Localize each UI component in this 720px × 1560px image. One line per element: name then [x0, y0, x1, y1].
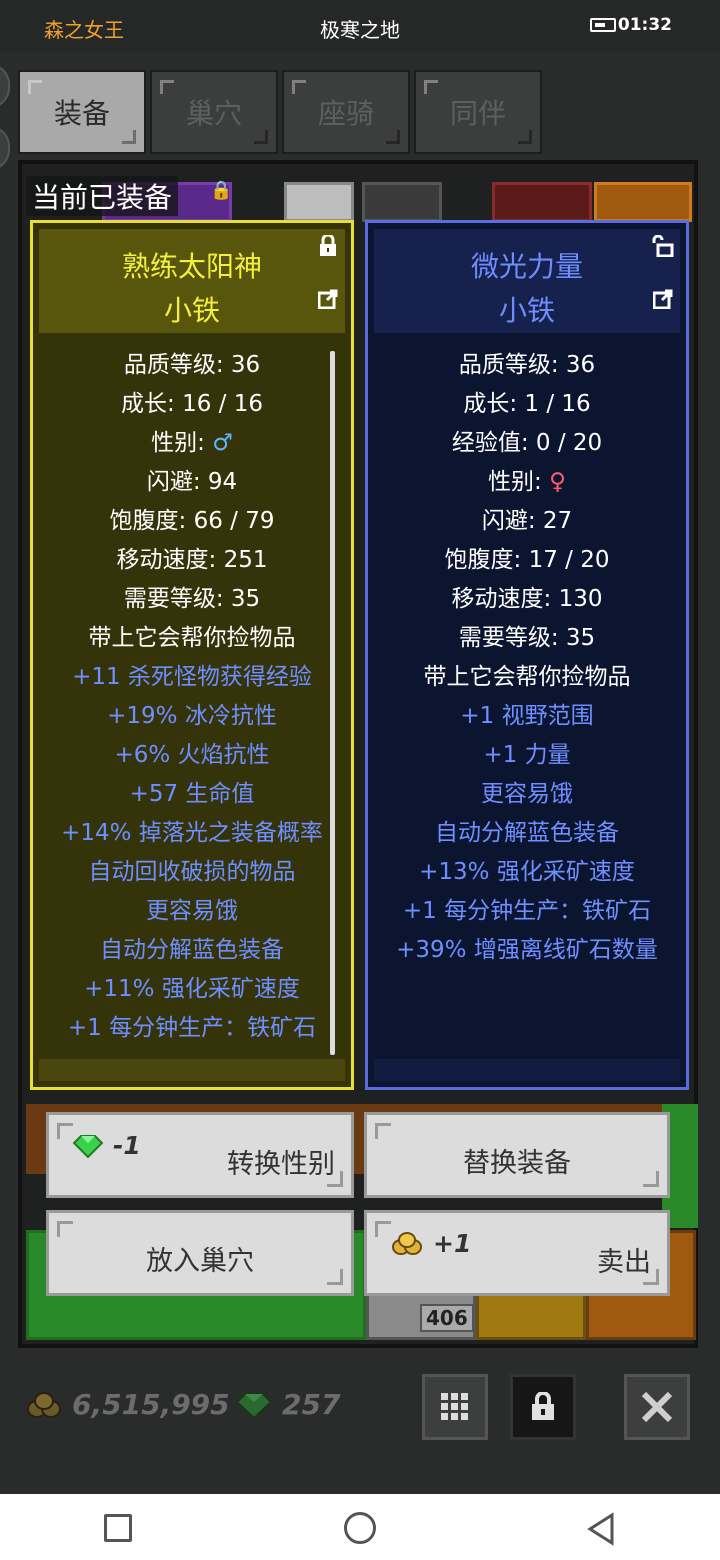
switch-gender-label: 转换性别 — [227, 1149, 335, 1180]
equipped-title: 当前已装备 — [26, 176, 179, 216]
gem-amount: 257 — [282, 1388, 341, 1421]
chat-handle-icon[interactable] — [0, 126, 10, 170]
put-in-nest-label: 放入巢穴 — [146, 1246, 254, 1277]
gem-cost-value: -1 — [113, 1131, 141, 1160]
bonus-line: +19% 冰冷抗性 — [107, 703, 277, 729]
recent-apps-icon[interactable] — [104, 1514, 132, 1542]
gold-counter: 6,515,995 — [26, 1388, 230, 1421]
female-icon: ♀ — [549, 469, 566, 495]
stat-speed: 移动速度: 251 — [116, 547, 268, 573]
clock: 01:32 — [617, 15, 672, 35]
stat-pickup: 带上它会帮你捡物品 — [88, 625, 296, 651]
stat-dodge: 闪避: 27 — [481, 508, 573, 534]
replace-equipment-button[interactable]: 替换装备 — [364, 1112, 670, 1198]
pet-species: 小铁 — [163, 294, 220, 327]
tab-label: 座骑 — [317, 97, 374, 130]
bonus-line: +6% 火焰抗性 — [114, 742, 270, 768]
share-icon[interactable] — [652, 289, 674, 311]
bonus-line: +57 生命值 — [129, 781, 255, 807]
bonus-line: 更容易饿 — [481, 781, 573, 807]
bonus-line: +1 力量 — [483, 742, 571, 768]
gender-label: 性别: — [488, 469, 550, 495]
share-icon[interactable] — [317, 289, 339, 311]
gender-label: 性别: — [151, 430, 213, 456]
lock-icon: 🔒 — [210, 180, 233, 201]
tab-label: 装备 — [53, 97, 110, 130]
status-bar: 森之女王 极寒之地 01:32 — [0, 0, 720, 52]
bonus-line: 自动分解蓝色装备 — [100, 937, 284, 963]
pet-name: 熟练太阳神 — [121, 250, 262, 283]
bonus-line: 更容易饿 — [146, 898, 238, 924]
bonus-line: +1 每分钟生产：铁矿石 — [402, 898, 652, 924]
replace-equipment-label: 替换装备 — [463, 1148, 571, 1179]
gold-reward: +1 — [391, 1229, 471, 1258]
gem-counter: 257 — [236, 1388, 340, 1421]
tab-companion[interactable]: 同伴 — [414, 70, 542, 154]
stat-satiety: 饱腹度: 17 / 20 — [444, 547, 610, 573]
tab-label: 同伴 — [449, 97, 506, 130]
gold-reward-value: +1 — [433, 1229, 472, 1258]
stat-speed: 移动速度: 130 — [451, 586, 603, 612]
pet-stats: 品质等级: 36 成长: 1 / 16 经验值: 0 / 20 性别: ♀ 闪避… — [368, 345, 686, 969]
tab-equipment[interactable]: 装备 — [18, 70, 146, 154]
stat-gender: 性别: ♀ — [368, 462, 686, 501]
bonus-line: 自动分解蓝色装备 — [435, 820, 619, 846]
panel-footer — [374, 1059, 680, 1081]
item-count-badge: 406 — [420, 1304, 474, 1332]
gem-cost: -1 — [73, 1131, 141, 1160]
stat-satiety: 饱腹度: 66 / 79 — [109, 508, 275, 534]
lock-icon[interactable] — [317, 233, 339, 257]
lock-toggle-button[interactable] — [510, 1374, 576, 1440]
home-icon[interactable] — [344, 1512, 376, 1544]
tab-label: 巢穴 — [185, 97, 242, 130]
bonus-line: +11% 强化采矿速度 — [84, 976, 300, 1002]
stat-level-req: 需要等级: 35 — [458, 625, 596, 651]
grid-view-button[interactable] — [422, 1374, 488, 1440]
stat-growth: 成长: 1 / 16 — [463, 391, 591, 417]
stat-quality: 品质等级: 36 — [123, 352, 261, 378]
unlock-icon[interactable] — [652, 234, 674, 258]
tab-mount[interactable]: 座骑 — [282, 70, 410, 154]
lock-icon — [532, 1392, 554, 1420]
back-icon[interactable] — [584, 1512, 618, 1546]
grid-icon — [441, 1393, 468, 1420]
scrollbar[interactable] — [330, 351, 335, 1055]
stat-gender: 性别: ♂ — [33, 423, 351, 462]
gem-icon — [236, 1392, 272, 1419]
pet-name: 微光力量 — [470, 250, 583, 283]
stat-exp: 经验值: 0 / 20 — [451, 430, 603, 456]
stat-growth: 成长: 16 / 16 — [121, 391, 263, 417]
switch-gender-button[interactable]: -1 转换性别 — [46, 1112, 354, 1198]
system-nav-bar — [0, 1494, 720, 1560]
bonus-line: +11 杀死怪物获得经验 — [72, 664, 312, 690]
close-button[interactable] — [624, 1374, 690, 1440]
bonus-line: +14% 掉落光之装备概率 — [61, 820, 323, 846]
tab-nest[interactable]: 巢穴 — [150, 70, 278, 154]
put-in-nest-button[interactable]: 放入巢穴 — [46, 1210, 354, 1296]
bonus-line: +39% 增强离线矿石数量 — [396, 937, 658, 963]
pet-stats: 品质等级: 36 成长: 16 / 16 性别: ♂ 闪避: 94 饱腹度: 6… — [33, 345, 351, 1047]
stat-quality: 品质等级: 36 — [458, 352, 596, 378]
battery-icon — [590, 18, 616, 32]
pet-species: 小铁 — [498, 294, 555, 327]
bonus-line: +1 每分钟生产：铁矿石 — [67, 1015, 317, 1041]
sell-button[interactable]: +1 卖出 — [364, 1210, 670, 1296]
stat-level-req: 需要等级: 35 — [123, 586, 261, 612]
selected-pet-panel: 微光力量 小铁 品质等级: 36 成长: 1 / 16 经验值: 0 / 20 … — [365, 220, 689, 1090]
gold-icon — [27, 1391, 61, 1418]
gold-amount: 6,515,995 — [72, 1388, 230, 1421]
bonus-line: +13% 强化采矿速度 — [419, 859, 635, 885]
stat-pickup: 带上它会帮你捡物品 — [423, 664, 631, 690]
panel-footer — [39, 1059, 345, 1081]
close-icon — [641, 1391, 673, 1423]
stat-dodge: 闪避: 94 — [146, 469, 238, 495]
gem-icon — [73, 1134, 103, 1158]
equipped-pet-panel: 熟练太阳神 小铁 品质等级: 36 成长: 16 / 16 性别: ♂ 闪避: … — [30, 220, 354, 1090]
bonus-line: 自动回收破损的物品 — [88, 859, 296, 885]
gold-icon — [392, 1231, 422, 1255]
male-icon: ♂ — [212, 430, 233, 456]
sell-label: 卖出 — [597, 1247, 651, 1278]
bonus-line: +1 视野范围 — [460, 703, 594, 729]
side-handle[interactable] — [0, 64, 10, 108]
